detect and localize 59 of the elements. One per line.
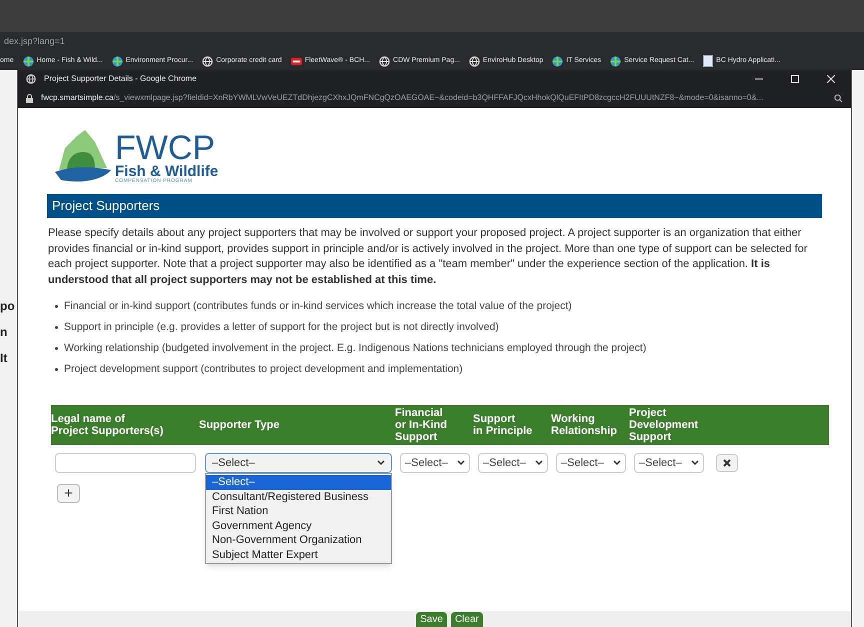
name-input-field[interactable]	[55, 453, 196, 473]
dropdown-option[interactable]: Consultant/Registered Business	[206, 490, 391, 504]
column-header: Project Development Support	[629, 407, 700, 443]
add-row-button[interactable]: +	[57, 484, 80, 503]
chevron-down-icon	[613, 460, 621, 466]
form-button[interactable]: Clear	[450, 612, 483, 627]
column-header: Financial or In-Kind Support	[395, 407, 448, 443]
remove-button[interactable]	[716, 454, 738, 472]
lock-icon	[26, 94, 33, 102]
document-icon	[703, 55, 714, 67]
intro-paragraph: Please specify details about any project supporters that may be involved or support your proposed project. A project supporter is an organization that either provides financial or in-kind support, provides support in principle and/or is actively involved in the project. More than one type of support can be selected for each project supporter. Note that a project supporter may also be identified as a "team member" under the experience section of the application. It is understood that all project supporters may not be established at this time.	[47, 226, 808, 288]
zoom-icon[interactable]	[834, 94, 843, 102]
address-text[interactable]: dex.jsp?lang=1	[4, 35, 65, 49]
bullet-item: Project development support (contributes to project development and implementation)	[64, 362, 463, 377]
globe-icon	[112, 56, 123, 66]
bullet-item: Financial or in-kind support (contributes funds or in-kind services which increase the total value of the project)	[64, 299, 572, 314]
chevron-down-icon	[457, 460, 465, 466]
bullet-icon	[55, 326, 58, 329]
globe-icon	[22, 56, 34, 66]
chevron-down-icon	[691, 460, 699, 466]
dropdown-option[interactable]: Non-Government Organization	[206, 533, 391, 548]
globe-icon	[610, 56, 622, 66]
chevron-down-icon	[377, 460, 385, 466]
globe-icon	[552, 56, 564, 66]
dropdown-option[interactable]: Government Agency	[206, 518, 391, 533]
section-header: Project Supporters	[47, 194, 822, 218]
chevron-down-icon	[535, 460, 543, 466]
window-title: Project Supporter Details - Google Chrome	[44, 73, 198, 85]
select-field[interactable]: –Select–	[634, 453, 704, 473]
maximize-icon[interactable]	[791, 75, 799, 83]
globe-icon	[26, 74, 36, 84]
background-text: It	[0, 350, 8, 367]
dropdown-option[interactable]: –Select–	[206, 475, 391, 490]
no-entry-icon	[290, 56, 302, 66]
logo-title: FWCP	[115, 132, 216, 164]
select-field[interactable]: –Select–	[478, 453, 548, 473]
select-field[interactable]: –Select–	[400, 453, 470, 473]
background-text: n	[0, 324, 8, 341]
bullet-item: Working relationship (budgeted involvement in the project. E.g. Indigenous Nations technicians employed through the project)	[64, 341, 646, 356]
background-text: po	[0, 298, 16, 315]
bullet-item: Support in principle (e.g. provides a letter of support for the project but is not directly involved)	[64, 320, 499, 335]
bullet-icon	[55, 305, 58, 308]
globe-icon	[202, 56, 214, 66]
column-header: Working Relationship	[551, 413, 618, 437]
globe-icon	[468, 56, 480, 66]
select-field[interactable]: –Select–	[556, 453, 626, 473]
bullet-icon	[55, 347, 58, 350]
dropdown-option[interactable]: First Nation	[206, 504, 391, 518]
dropdown-option[interactable]: Subject Matter Expert	[206, 548, 391, 562]
globe-icon	[379, 56, 390, 66]
form-button[interactable]: Save	[416, 612, 447, 627]
supporter-type-select[interactable]: –Select–	[205, 453, 392, 473]
column-header: Legal name of Project Supporters(s)	[51, 413, 164, 437]
column-header: Supporter Type	[199, 419, 280, 431]
column-header: Support in Principle	[473, 413, 534, 437]
close-icon	[723, 459, 731, 467]
close-icon[interactable]	[827, 75, 835, 83]
bullet-icon	[55, 368, 58, 371]
logo-subtitle: Fish & Wildlife	[115, 164, 218, 179]
